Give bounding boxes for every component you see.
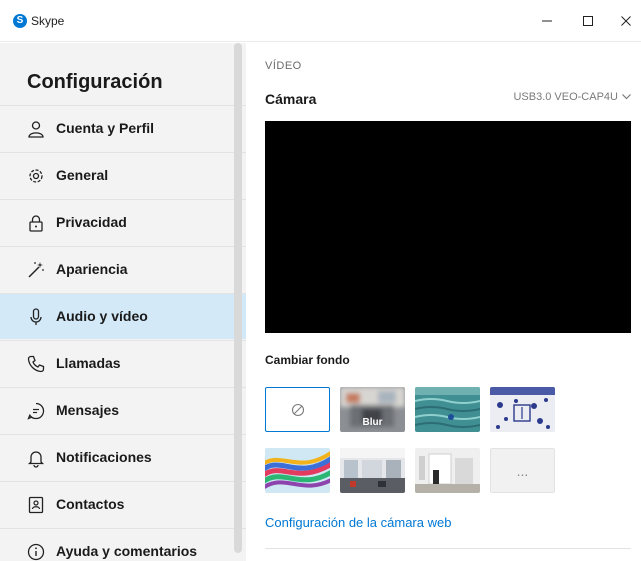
microphone-icon	[30, 308, 42, 325]
person-icon	[28, 121, 44, 138]
background-blur-option[interactable]: Blur	[340, 387, 405, 432]
contacts-icon	[28, 496, 44, 514]
sidebar-item-label: Ayuda y comentarios	[56, 543, 198, 559]
background-pattern-option[interactable]	[490, 387, 555, 432]
chat-icon	[27, 402, 45, 420]
lock-icon	[29, 215, 43, 232]
more-backgrounds-button[interactable]: ...	[490, 448, 555, 493]
chevron-down-icon	[622, 94, 631, 100]
room-background-image	[415, 448, 480, 493]
office-background-image	[340, 448, 405, 493]
sidebar-item-privacy[interactable]: Privacidad	[0, 199, 246, 245]
settings-sidebar: Configuración Cuenta y Perfil General Pr…	[0, 43, 246, 561]
gear-icon	[29, 169, 43, 183]
minimize-button[interactable]	[527, 0, 567, 42]
no-background-icon	[291, 403, 304, 416]
camera-preview	[265, 121, 631, 333]
bell-icon	[27, 451, 45, 468]
settings-heading: Configuración	[27, 71, 163, 93]
sidebar-item-label: Llamadas	[56, 355, 121, 371]
window-title: Skype	[31, 14, 65, 28]
sidebar-item-general[interactable]: General	[0, 152, 246, 198]
minimize-icon	[542, 20, 552, 22]
sidebar-item-contacts[interactable]: Contactos	[0, 481, 246, 527]
sidebar-item-label: General	[56, 167, 109, 183]
close-button[interactable]	[606, 0, 641, 42]
background-ribbons-option[interactable]	[265, 448, 330, 493]
camera-label: Cámara	[265, 91, 317, 107]
sidebar-item-appearance[interactable]: Apariencia	[0, 246, 246, 292]
sidebar-item-label: Notificaciones	[56, 449, 152, 465]
video-section-label: VÍDEO	[265, 60, 302, 72]
maximize-button[interactable]	[568, 0, 608, 42]
info-icon	[27, 543, 45, 561]
background-room-option[interactable]	[415, 448, 480, 493]
camera-dropdown[interactable]: USB3.0 VEO-CAP4U	[513, 91, 631, 103]
pool-background-image	[415, 387, 480, 432]
sidebar-item-calls[interactable]: Llamadas	[0, 340, 246, 386]
camera-device-value: USB3.0 VEO-CAP4U	[513, 91, 618, 103]
sidebar-scrollbar[interactable]	[234, 43, 242, 553]
background-none-option[interactable]	[265, 387, 330, 432]
webcam-settings-link[interactable]: Configuración de la cámara web	[265, 515, 451, 530]
sidebar-item-label: Cuenta y Perfil	[56, 120, 155, 136]
sidebar-item-label: Apariencia	[56, 261, 128, 277]
sidebar-item-label: Privacidad	[56, 214, 127, 230]
phone-icon	[27, 355, 45, 373]
pattern-background-image	[490, 387, 555, 432]
audio-video-panel: VÍDEO Cámara USB3.0 VEO-CAP4U Cambiar fo…	[246, 43, 641, 561]
sidebar-item-label: Audio y vídeo	[56, 308, 148, 324]
sidebar-item-account[interactable]: Cuenta y Perfil	[0, 105, 246, 151]
maximize-icon	[583, 16, 593, 26]
background-office-option[interactable]	[340, 448, 405, 493]
more-backgrounds-label: ...	[516, 462, 529, 479]
close-icon	[621, 16, 631, 26]
magic-wand-icon	[28, 262, 44, 278]
blur-label: Blur	[362, 417, 383, 428]
skype-logo-icon: S	[13, 14, 27, 28]
sidebar-item-label: Contactos	[56, 496, 125, 512]
title-bar: S Skype	[0, 0, 641, 42]
sidebar-item-audio-video[interactable]: Audio y vídeo	[0, 293, 246, 339]
sidebar-item-label: Mensajes	[56, 402, 120, 418]
sidebar-item-messages[interactable]: Mensajes	[0, 387, 246, 433]
sidebar-item-notifications[interactable]: Notificaciones	[0, 434, 246, 480]
ribbons-background-image	[265, 448, 330, 493]
background-pool-option[interactable]	[415, 387, 480, 432]
section-divider	[265, 548, 631, 549]
change-background-label: Cambiar fondo	[265, 353, 350, 367]
sidebar-item-help[interactable]: Ayuda y comentarios	[0, 528, 246, 561]
